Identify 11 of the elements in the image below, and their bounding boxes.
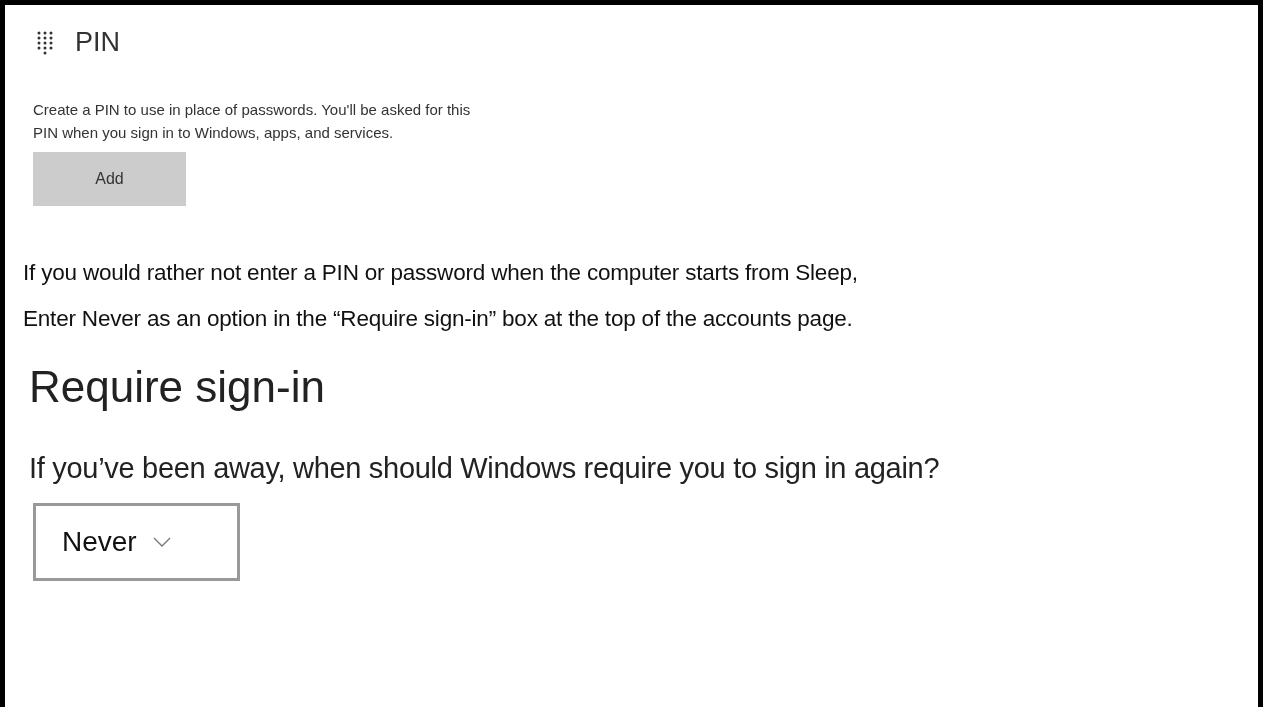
chevron-down-icon [152,537,171,547]
sign-in-dropdown[interactable]: Never [33,503,240,581]
section-title: Require sign-in [29,362,325,412]
keypad-icon [37,30,55,55]
description-line: PIN when you sign in to Windows, apps, and services. [33,123,395,143]
description-line: Create a PIN to use in place of passwords. You'll be asked for this [33,100,471,120]
note-line: If you would rather not enter a PIN or password when the computer starts from Sleep, [23,260,858,286]
note-line: Enter Never as an option in the “Require sign-in” box at the top of the accounts page. [23,306,854,332]
add-button[interactable]: Add [33,152,186,206]
section-title: PIN [75,27,120,58]
question-text: If you’ve been away, when should Windows require you to sign in again? [29,452,940,485]
